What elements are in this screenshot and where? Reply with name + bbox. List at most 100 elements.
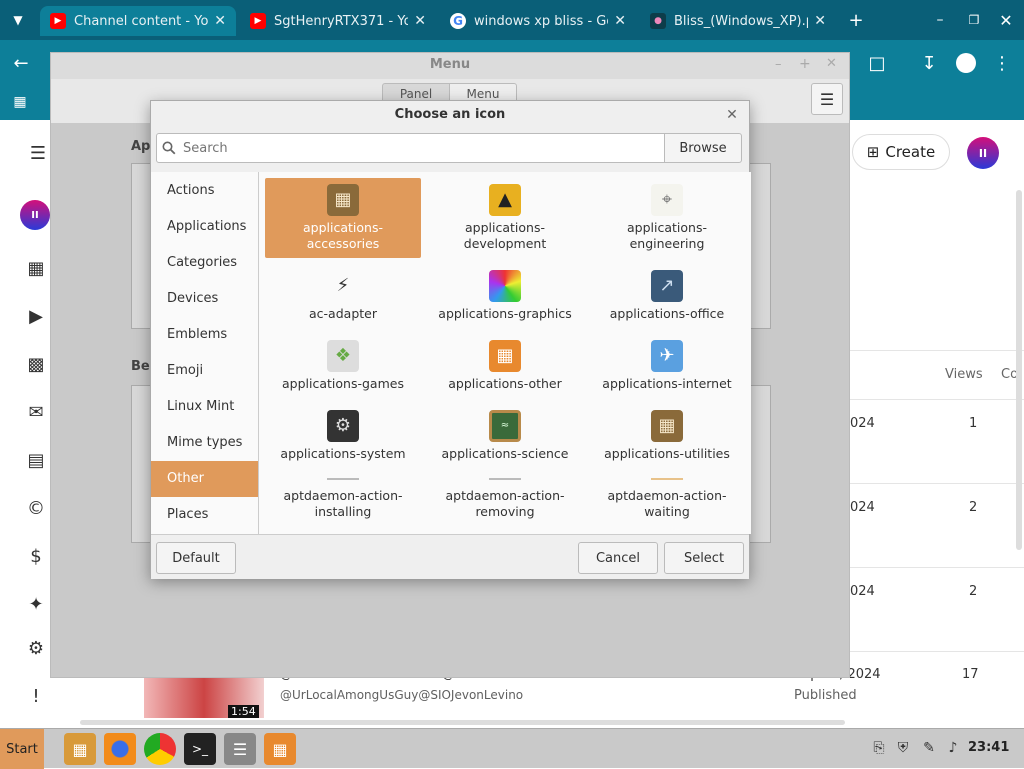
back-arrow-icon[interactable]: ←: [10, 52, 32, 74]
icon-applications-games[interactable]: ❖ applications-games: [265, 336, 421, 398]
close-icon[interactable]: ✕: [723, 106, 741, 124]
start-button[interactable]: Start: [0, 729, 44, 769]
category-linux-mint[interactable]: Linux Mint: [151, 389, 258, 425]
horizontal-scrollbar[interactable]: [80, 720, 845, 725]
search-field[interactable]: [156, 133, 666, 163]
icon-label: applications-: [465, 220, 545, 235]
music-icon[interactable]: ♪: [944, 739, 962, 757]
category-devices[interactable]: Devices: [151, 281, 258, 317]
cancel-button[interactable]: Cancel: [578, 542, 658, 574]
files-icon[interactable]: ▦: [64, 733, 96, 765]
minimize-icon[interactable]: –: [775, 57, 782, 72]
category-categories[interactable]: Categories: [151, 245, 258, 281]
icon-label: applications-games: [282, 376, 404, 391]
restore-icon[interactable]: ❐: [964, 10, 984, 30]
create-button[interactable]: ⊞ Create: [852, 134, 950, 170]
icon-applications-system[interactable]: ⚙ applications-system: [265, 406, 421, 468]
icon-ac-adapter[interactable]: ⚡ ac-adapter: [265, 266, 421, 328]
close-icon[interactable]: ✕: [414, 13, 426, 29]
firefox-icon[interactable]: [104, 733, 136, 765]
feedback-icon[interactable]: !: [24, 684, 48, 708]
comments-icon[interactable]: ✉: [24, 400, 48, 424]
youtube-icon: ▶: [250, 13, 266, 29]
icon-label: aptdaemon-action-: [607, 488, 727, 503]
hamburger-menu-icon[interactable]: ☰: [811, 83, 843, 115]
tab-search-chevron-icon[interactable]: ▼: [8, 10, 28, 30]
browser-tab-strip: ▼ ▶ Channel content - You ✕ ▶ SgtHenryRT…: [0, 0, 1024, 40]
icon-applications-utilities[interactable]: ▦ applications-utilities: [589, 406, 745, 468]
settings-gear-icon[interactable]: ⚙: [24, 636, 48, 660]
icon-aptdaemon-action-waiting[interactable]: aptdaemon-action- waiting: [589, 478, 745, 534]
icon-label: development: [463, 236, 547, 251]
chart-icon: ↗: [651, 270, 683, 302]
copyright-icon[interactable]: ©: [24, 496, 48, 520]
icon-applications-other[interactable]: ▦ applications-other: [427, 336, 583, 398]
icon-applications-internet[interactable]: ✈ applications-internet: [589, 336, 745, 398]
icon-applications-office[interactable]: ↗ applications-office: [589, 266, 745, 328]
calculator-icon: ▦: [651, 410, 683, 442]
rowsep: [850, 567, 1024, 568]
category-applications[interactable]: Applications: [151, 209, 258, 245]
download-icon[interactable]: ↧: [918, 52, 940, 74]
category-places[interactable]: Places: [151, 497, 258, 533]
content-icon[interactable]: ▶: [24, 304, 48, 328]
chrome-icon[interactable]: [144, 733, 176, 765]
avatar[interactable]: II: [967, 137, 999, 169]
icon-label: aptdaemon-action-: [445, 488, 565, 503]
icon-aptdaemon-action-installing[interactable]: aptdaemon-action- installing: [265, 478, 421, 534]
browse-button[interactable]: Browse: [664, 133, 742, 163]
icon-applications-engineering[interactable]: ⌖ applications- engineering: [589, 178, 745, 258]
default-button[interactable]: Default: [156, 542, 236, 574]
analytics-icon[interactable]: ▩: [24, 352, 48, 376]
vertical-scrollbar[interactable]: [1016, 190, 1022, 550]
close-icon[interactable]: ✕: [214, 13, 226, 29]
tab-channel-content[interactable]: ▶ Channel content - You ✕: [40, 6, 236, 36]
new-tab-button[interactable]: +: [846, 10, 866, 31]
icon-applications-development[interactable]: ▲ applications- development: [427, 178, 583, 258]
duration-badge: 1:54: [228, 705, 259, 718]
hamburger-menu-icon[interactable]: ☰: [26, 142, 50, 164]
clock[interactable]: 23:41: [968, 740, 1009, 755]
category-emoji[interactable]: Emoji: [151, 353, 258, 389]
terminal-icon[interactable]: >_: [184, 733, 216, 765]
icon-applications-science[interactable]: ≈ applications-science: [427, 406, 583, 468]
grid-apps-icon: ▦: [489, 340, 521, 372]
icon-aptdaemon-action-removing[interactable]: aptdaemon-action- removing: [427, 478, 583, 534]
category-mime-types[interactable]: Mime types: [151, 425, 258, 461]
icon-label: removing: [475, 504, 535, 519]
category-actions[interactable]: Actions: [151, 173, 258, 209]
category-emblems[interactable]: Emblems: [151, 317, 258, 353]
shield-icon[interactable]: ⛨: [894, 739, 912, 757]
pen-icon[interactable]: ✎: [920, 739, 938, 757]
channel-avatar[interactable]: II: [20, 200, 50, 230]
tab-bliss-wiki[interactable]: ● Bliss_(Windows_XP).p ✕: [640, 6, 836, 36]
search-input[interactable]: [181, 139, 665, 157]
icon-applications-accessories[interactable]: ▦ applications- accessories: [265, 178, 421, 258]
customization-icon[interactable]: ✦: [24, 592, 48, 616]
tab-sgthenry[interactable]: ▶ SgtHenryRTX371 - Yo ✕: [240, 6, 436, 36]
progress-icon: [327, 478, 359, 480]
extensions-icon[interactable]: □: [866, 52, 888, 74]
clipboard-icon[interactable]: ⎘: [870, 739, 888, 757]
apps-grid-icon[interactable]: ▦: [10, 92, 30, 112]
icon-applications-graphics[interactable]: applications-graphics: [427, 266, 583, 328]
mixer-icon[interactable]: ☰: [224, 733, 256, 765]
icon-label: aptdaemon-action-: [283, 488, 403, 503]
row-status: Published: [794, 688, 857, 703]
apps-grid-icon[interactable]: ▦: [264, 733, 296, 765]
close-window-icon[interactable]: ✕: [996, 10, 1016, 30]
close-icon[interactable]: ✕: [614, 13, 626, 29]
close-icon[interactable]: ✕: [814, 13, 826, 29]
close-icon[interactable]: ✕: [826, 56, 837, 71]
subtitles-icon[interactable]: ▤: [24, 448, 48, 472]
select-button[interactable]: Select: [664, 542, 744, 574]
dashboard-icon[interactable]: ▦: [24, 256, 48, 280]
profile-avatar[interactable]: [956, 53, 976, 73]
earn-icon[interactable]: $: [24, 544, 48, 568]
more-menu-icon[interactable]: ⋮: [992, 52, 1012, 74]
maximize-icon[interactable]: +: [799, 56, 811, 72]
tab-windows-xp-bliss[interactable]: G windows xp bliss - Goo ✕: [440, 6, 636, 36]
minimize-icon[interactable]: –: [930, 10, 950, 30]
row-date: 024: [850, 500, 875, 515]
category-other[interactable]: Other: [151, 461, 258, 497]
